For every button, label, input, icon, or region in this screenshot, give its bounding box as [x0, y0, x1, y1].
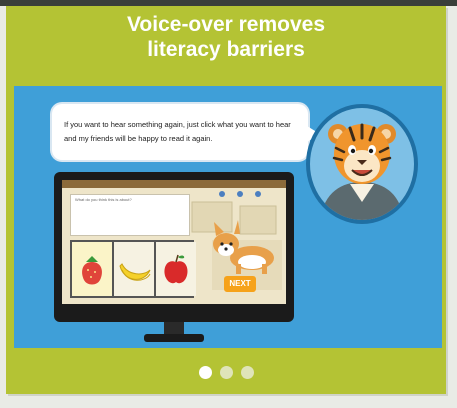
computer-monitor: What do you think this is about? NEXT [54, 172, 294, 322]
corgi-icon [213, 220, 274, 274]
slide-title: Voice-over removes literacy barriers [6, 12, 446, 62]
apple-icon [164, 254, 188, 284]
next-button[interactable]: NEXT [224, 276, 256, 292]
carousel-dot-3[interactable] [240, 366, 254, 379]
question-box[interactable]: What do you think this is about? [70, 194, 190, 236]
speech-text: If you want to hear something again, jus… [64, 120, 291, 143]
question-prompt: What do you think this is about? [75, 197, 132, 202]
carousel-dot-1[interactable] [198, 366, 212, 379]
tiger-avatar [306, 104, 418, 224]
monitor-stand [144, 322, 204, 342]
title-line-2: literacy barriers [147, 38, 305, 61]
title-line-1: Voice-over removes [126, 13, 326, 36]
carousel-dots [6, 366, 446, 379]
carousel-dot-2[interactable] [219, 366, 233, 379]
slide-illustration: If you want to hear something again, jus… [14, 86, 442, 348]
answer-cards [70, 240, 196, 298]
speech-bubble: If you want to hear something again, jus… [52, 104, 320, 160]
tiger-icon [320, 123, 404, 220]
answer-card-banana[interactable] [114, 242, 154, 296]
monitor-screen: What do you think this is about? NEXT [62, 180, 286, 304]
carousel-card: Voice-over removes literacy barriers If … [6, 6, 446, 394]
strawberry-icon [82, 256, 102, 285]
answer-card-strawberry[interactable] [72, 242, 112, 296]
answer-card-apple[interactable] [156, 242, 196, 296]
banana-icon [119, 263, 151, 281]
